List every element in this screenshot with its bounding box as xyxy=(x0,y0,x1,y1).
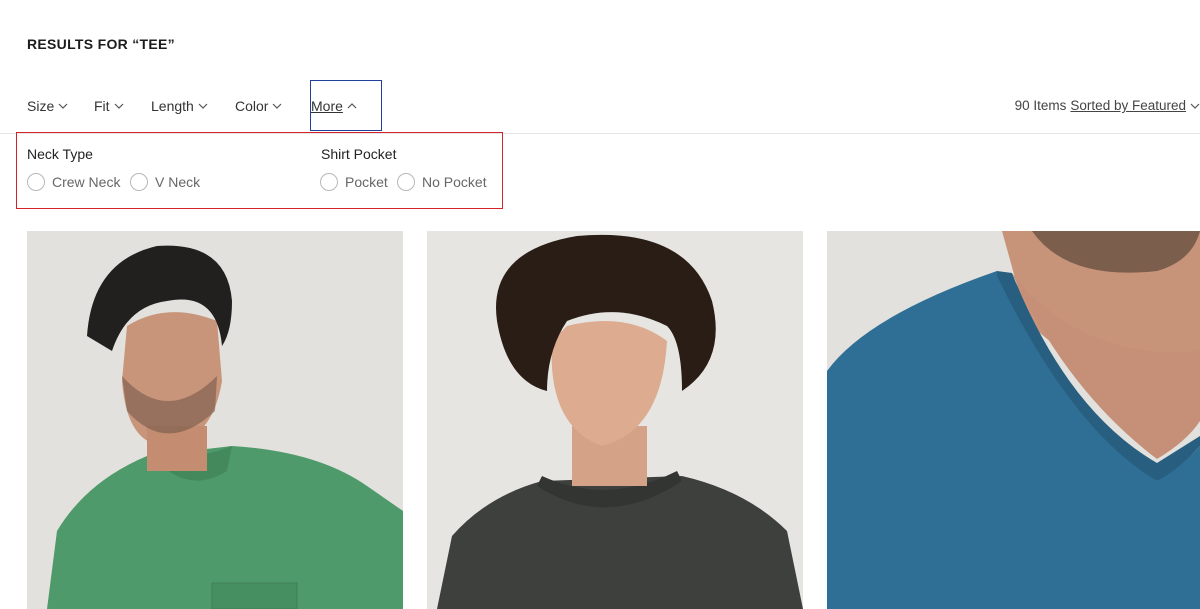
chevron-down-icon xyxy=(273,103,282,109)
radio-pocket[interactable] xyxy=(320,173,338,191)
product-card-1[interactable] xyxy=(27,231,403,609)
page-title: RESULTS FOR “TEE” xyxy=(27,36,175,52)
chevron-down-icon xyxy=(198,103,208,109)
shirt-pocket-title: Shirt Pocket xyxy=(321,146,397,162)
option-label: No Pocket xyxy=(422,174,487,190)
filter-fit-label: Fit xyxy=(94,98,110,114)
sort-dropdown[interactable]: Sorted by Featured xyxy=(1070,98,1186,113)
product-image-green-tee xyxy=(27,231,403,609)
filter-size[interactable]: Size xyxy=(27,98,68,114)
filter-color[interactable]: Color xyxy=(235,98,282,114)
chevron-down-icon xyxy=(58,103,68,109)
filter-bar: Size Fit Length Color More 90 Items Sort… xyxy=(0,80,1200,134)
option-crew-neck[interactable]: Crew Neck xyxy=(27,173,120,191)
option-label: Pocket xyxy=(345,174,388,190)
product-image-blue-vneck xyxy=(827,231,1200,609)
filter-length-label: Length xyxy=(151,98,194,114)
option-label: Crew Neck xyxy=(52,174,121,190)
chevron-down-icon xyxy=(114,103,123,109)
chevron-down-icon[interactable] xyxy=(1190,101,1200,111)
filter-fit[interactable]: Fit xyxy=(94,98,124,114)
option-label: V Neck xyxy=(155,174,201,190)
filter-length[interactable]: Length xyxy=(151,98,208,114)
more-filters-panel: Neck Type Crew Neck V Neck Shirt Pocket … xyxy=(16,132,503,209)
filter-more-label: More xyxy=(311,98,343,114)
filter-color-label: Color xyxy=(235,98,269,114)
item-count: 90 Items xyxy=(1014,98,1067,113)
filter-more[interactable]: More xyxy=(311,98,357,114)
filter-size-label: Size xyxy=(27,98,55,114)
option-v-neck[interactable]: V Neck xyxy=(130,173,200,191)
option-no-pocket[interactable]: No Pocket xyxy=(397,173,487,191)
sort-control: 90 Items Sorted by Featured xyxy=(1015,98,1200,113)
radio-v-neck[interactable] xyxy=(130,173,148,191)
radio-crew-neck[interactable] xyxy=(27,173,45,191)
chevron-up-icon xyxy=(347,103,357,109)
product-card-3[interactable] xyxy=(827,231,1200,609)
product-card-2[interactable] xyxy=(427,231,803,609)
radio-no-pocket[interactable] xyxy=(397,173,415,191)
neck-type-title: Neck Type xyxy=(27,146,93,162)
product-image-charcoal-tee xyxy=(427,231,803,609)
option-pocket[interactable]: Pocket xyxy=(320,173,388,191)
